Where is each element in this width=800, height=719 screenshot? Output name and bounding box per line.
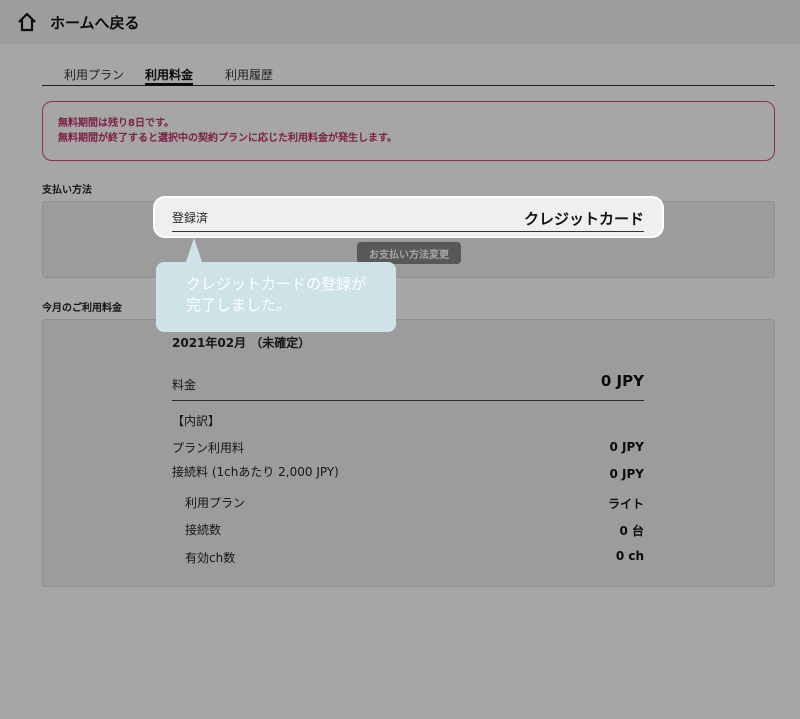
callout-pointer (186, 238, 202, 262)
callout-line-2: 完了しました。 (186, 296, 292, 314)
payment-divider (172, 231, 644, 232)
payment-status-label: 登録済 (172, 211, 209, 225)
dim-overlay (0, 0, 800, 719)
registered-card-highlight: 登録済 クレジットカード (155, 198, 662, 236)
payment-method-value: クレジットカード (523, 210, 644, 228)
success-callout: クレジットカードの登録が 完了しました。 (156, 262, 396, 332)
callout-line-1: クレジットカードの登録が (186, 275, 367, 293)
